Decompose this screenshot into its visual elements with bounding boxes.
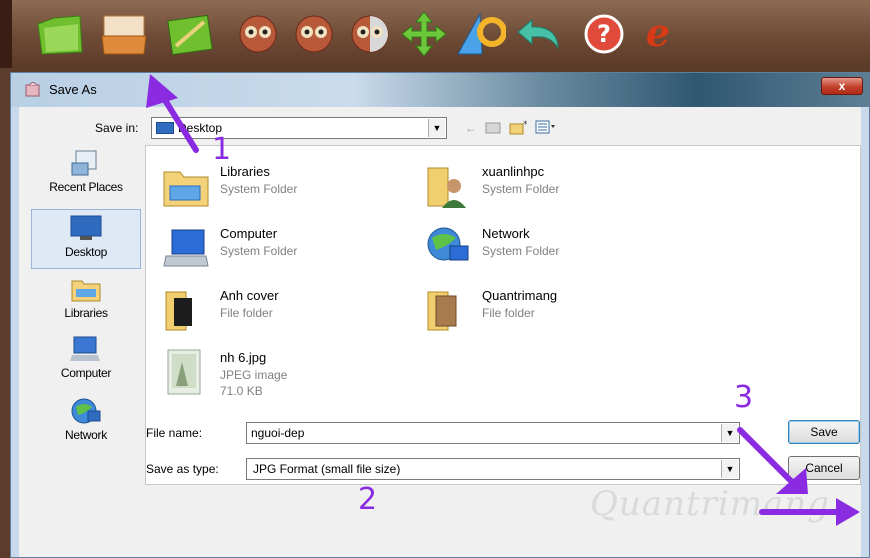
annotation-arrows: [146, 74, 860, 526]
step-3-label: 3: [734, 380, 754, 415]
step-1-label: 1: [212, 132, 232, 167]
step-2-label: 2: [358, 482, 378, 517]
